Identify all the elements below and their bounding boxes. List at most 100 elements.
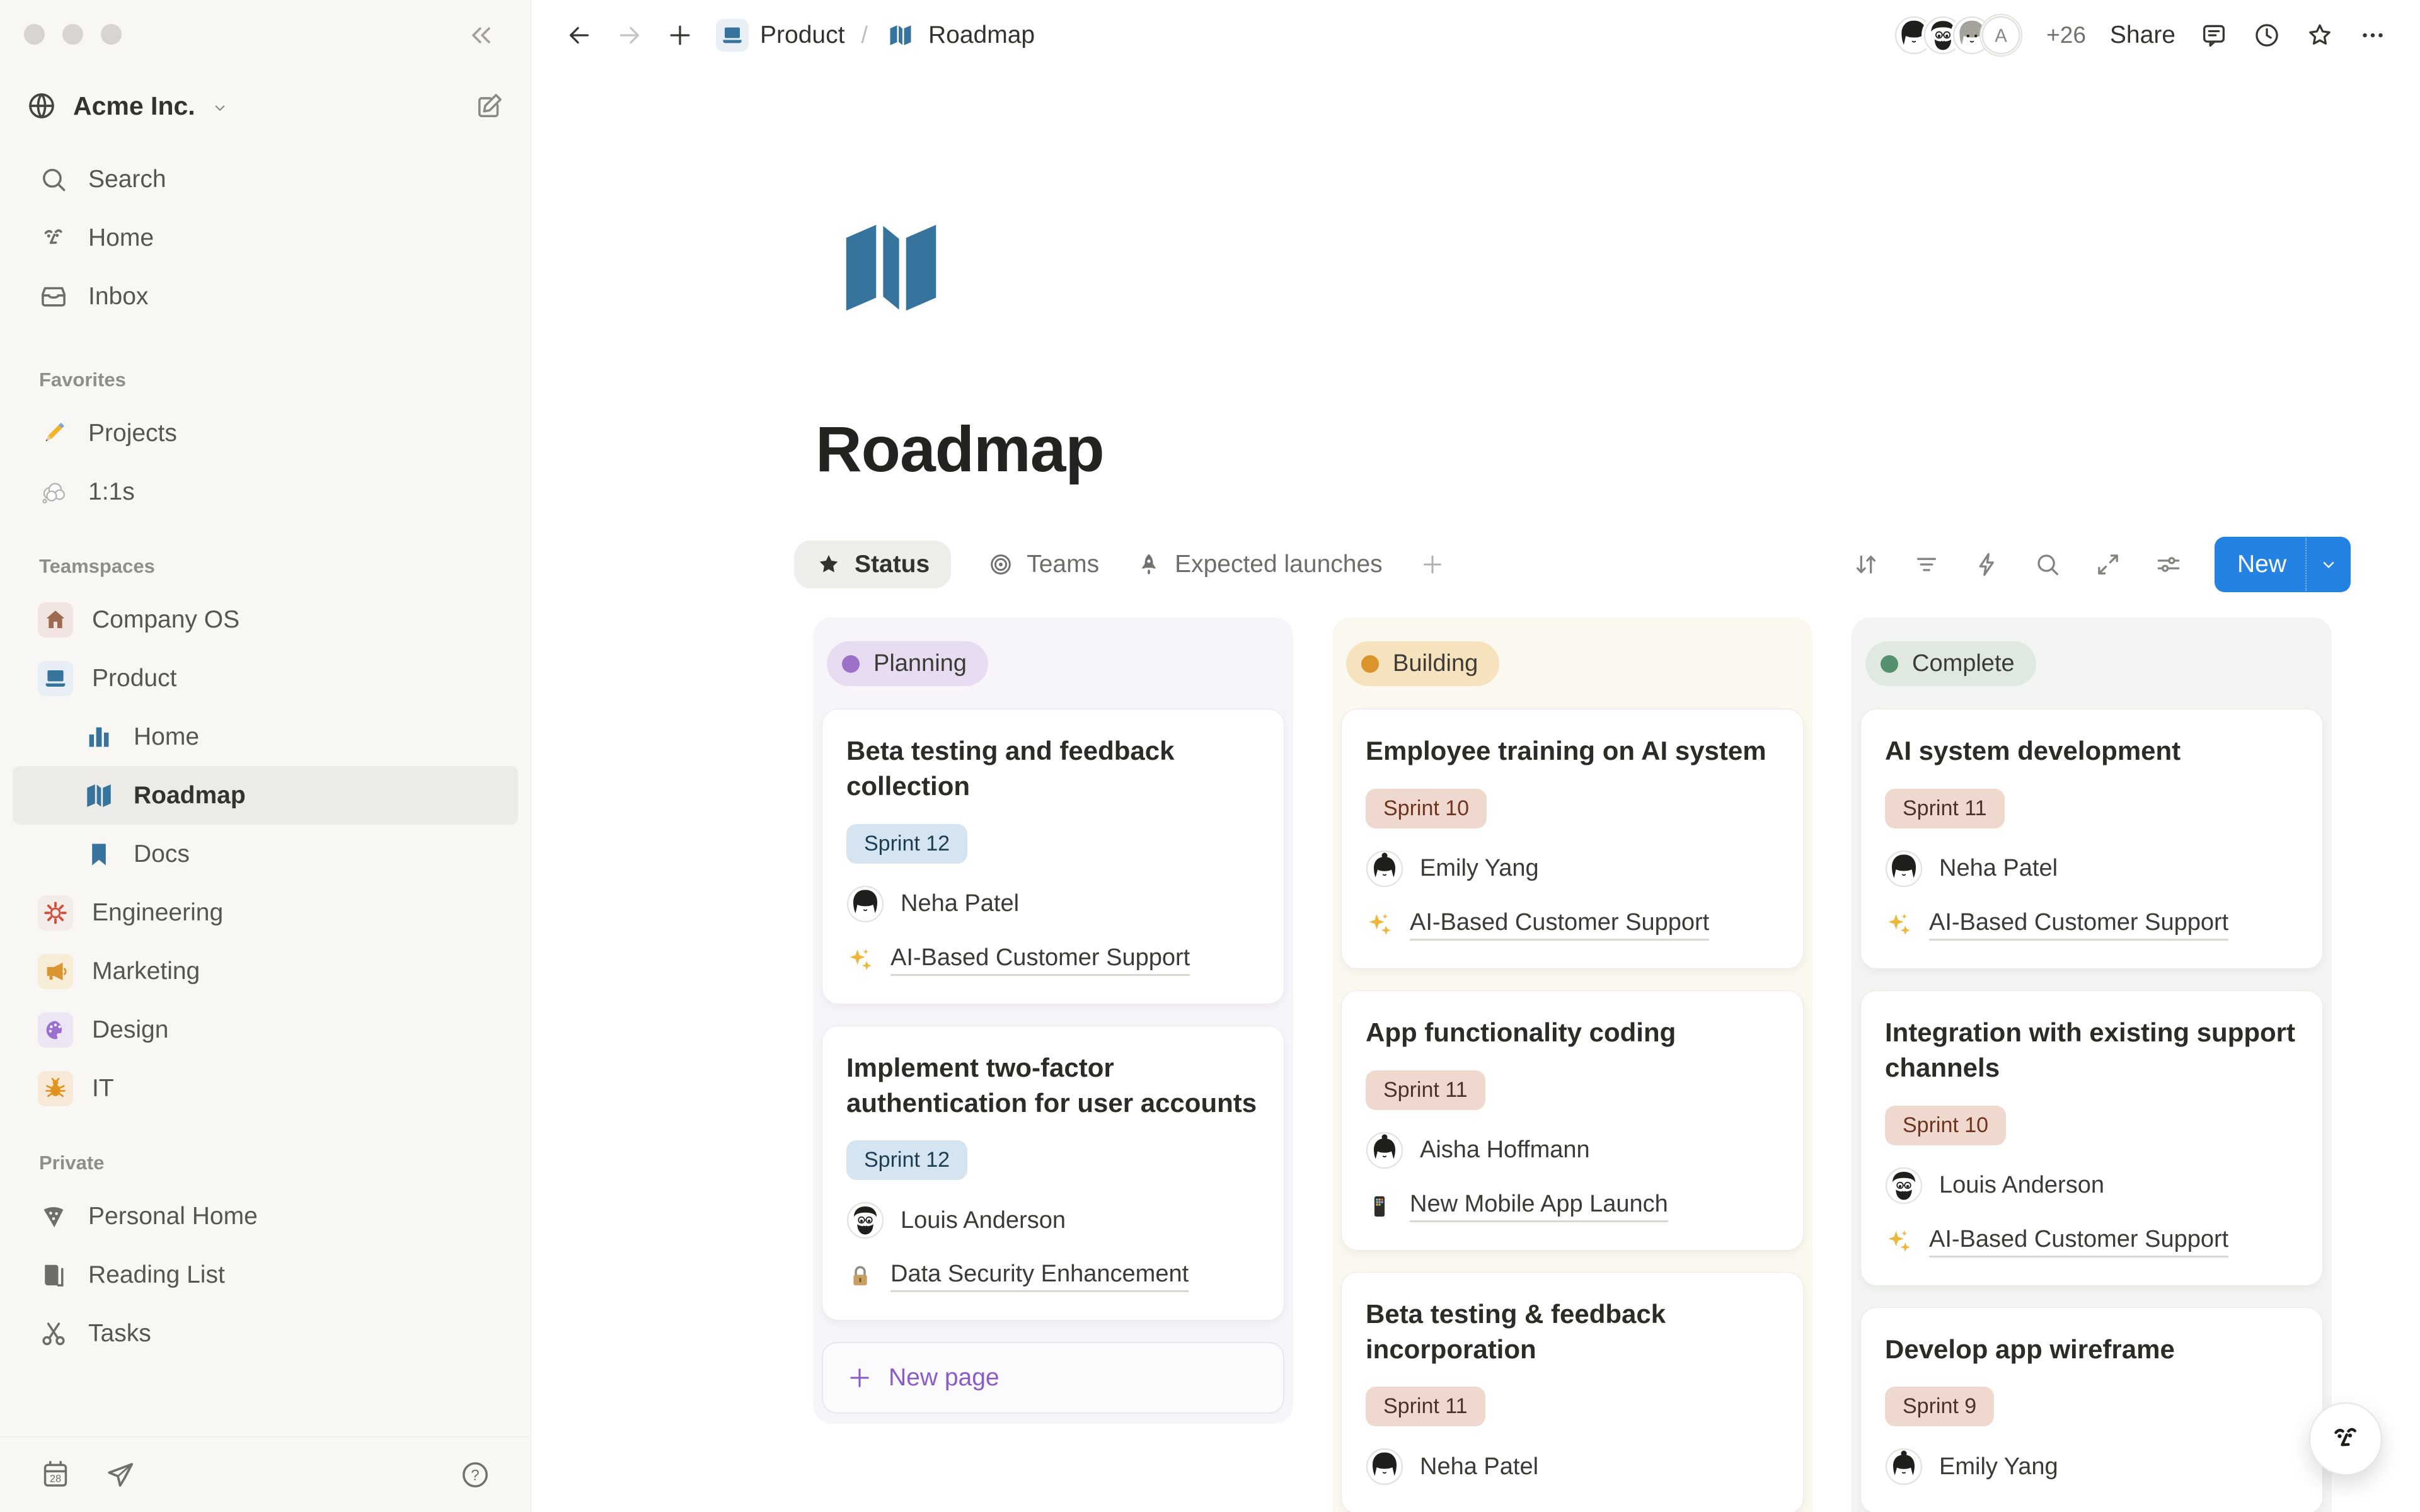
- house-icon: [42, 607, 69, 633]
- assignee-avatar: [1885, 1448, 1923, 1486]
- board-card[interactable]: Employee training on AI systemSprint 10E…: [1341, 709, 1804, 969]
- zoom-window-button[interactable]: [101, 24, 122, 45]
- assignee-avatar: [1366, 850, 1403, 888]
- related-page-row: New Mobile App Launch: [1366, 1191, 1779, 1222]
- status-dot: [1881, 655, 1898, 673]
- sidebar-item-roadmap[interactable]: Roadmap: [13, 766, 518, 825]
- close-window-button[interactable]: [24, 24, 45, 45]
- view-bar: Status Teams Expected launches New: [815, 534, 2351, 595]
- forward-icon[interactable]: [615, 21, 644, 50]
- tab-status[interactable]: Status: [794, 541, 951, 588]
- sidebar-item-marketing[interactable]: Marketing: [13, 942, 518, 1000]
- board-card[interactable]: Develop app wireframeSprint 9Emily Yang: [1860, 1307, 2323, 1512]
- sidebar-item-company-os[interactable]: Company OS: [13, 590, 518, 649]
- favorite-icon[interactable]: [2305, 21, 2334, 50]
- sidebar-item-docs[interactable]: Docs: [13, 825, 518, 883]
- add-view-icon[interactable]: [1419, 551, 1446, 578]
- card-title: Develop app wireframe: [1885, 1332, 2298, 1367]
- new-button-dropdown[interactable]: [2305, 538, 2351, 591]
- tab-teams[interactable]: Teams: [988, 551, 1099, 578]
- sidebar-collapse-icon[interactable]: [465, 19, 498, 52]
- sidebar-item-label: Roadmap: [134, 782, 246, 810]
- sidebar-item-design[interactable]: Design: [13, 1000, 518, 1059]
- expand-icon[interactable]: [2094, 550, 2123, 579]
- sort-icon[interactable]: [1852, 550, 1881, 579]
- help-icon[interactable]: ?: [459, 1458, 492, 1491]
- avatar[interactable]: A: [1979, 14, 2022, 57]
- sidebar-item-label: Inbox: [88, 283, 148, 311]
- board-card[interactable]: Beta testing and feedback collectionSpri…: [822, 709, 1284, 1004]
- board-card[interactable]: Beta testing & feedback incorporationSpr…: [1341, 1272, 1804, 1512]
- send-icon[interactable]: [104, 1458, 137, 1491]
- breadcrumb-item-roadmap[interactable]: Roadmap: [928, 21, 1035, 49]
- sidebar-item-label: Docs: [134, 840, 190, 868]
- history-icon[interactable]: [2252, 21, 2281, 50]
- pizza-icon: [38, 1201, 69, 1232]
- more-options-icon[interactable]: [2358, 21, 2387, 50]
- sidebar-item-personal-home[interactable]: Personal Home: [13, 1187, 518, 1246]
- collaborator-avatars[interactable]: A: [1893, 14, 2022, 57]
- sidebar-item-product[interactable]: Product: [13, 649, 518, 707]
- target-icon: [988, 551, 1014, 578]
- calendar-icon[interactable]: 28: [39, 1458, 72, 1491]
- page-title: Roadmap: [815, 413, 1104, 486]
- svg-text:?: ?: [471, 1467, 479, 1484]
- column-header-pill[interactable]: Complete: [1865, 641, 2036, 686]
- window-controls[interactable]: [24, 24, 122, 45]
- sidebar-item-it[interactable]: IT: [13, 1059, 518, 1118]
- share-button[interactable]: Share: [2110, 21, 2175, 49]
- sidebar-item-engineering[interactable]: Engineering: [13, 883, 518, 942]
- board-card[interactable]: Integration with existing support channe…: [1860, 990, 2323, 1286]
- minimize-window-button[interactable]: [62, 24, 83, 45]
- related-page-row: AI-Based Customer Support: [1885, 909, 2298, 941]
- automation-icon[interactable]: [1973, 550, 2002, 579]
- breadcrumb-item-product[interactable]: Product: [760, 21, 844, 49]
- sidebar-item-search[interactable]: Search: [13, 150, 518, 209]
- related-page-link[interactable]: AI-Based Customer Support: [1929, 1226, 2228, 1257]
- related-page-link[interactable]: AI-Based Customer Support: [890, 944, 1190, 976]
- sidebar-item-home[interactable]: Home: [13, 707, 518, 766]
- tab-expected-launches[interactable]: Expected launches: [1136, 551, 1383, 578]
- sprint-tag: Sprint 12: [846, 824, 967, 864]
- related-page-link[interactable]: AI-Based Customer Support: [1410, 909, 1709, 941]
- column-name: Building: [1393, 650, 1478, 677]
- comments-icon[interactable]: [2199, 21, 2228, 50]
- compose-icon[interactable]: [474, 90, 505, 122]
- search-icon: [38, 164, 69, 195]
- board-card[interactable]: App functionality codingSprint 11Aisha H…: [1341, 990, 1804, 1251]
- search-icon[interactable]: [2033, 550, 2062, 579]
- sidebar-item-reading-list[interactable]: Reading List: [13, 1246, 518, 1304]
- sidebar-item-label: Marketing: [92, 958, 200, 985]
- new-button[interactable]: New: [2215, 537, 2351, 592]
- back-icon[interactable]: [565, 21, 594, 50]
- column-header-pill[interactable]: Building: [1346, 641, 1499, 686]
- new-page-icon[interactable]: [666, 21, 694, 50]
- related-page-link[interactable]: Data Security Enhancement: [890, 1261, 1189, 1292]
- lock-icon: [846, 1263, 874, 1290]
- related-page-link[interactable]: AI-Based Customer Support: [1929, 909, 2228, 941]
- sidebar-item-tasks[interactable]: Tasks: [13, 1304, 518, 1363]
- assignee-name: Emily Yang: [1420, 855, 1539, 882]
- workspace-switcher[interactable]: Acme Inc.: [25, 83, 505, 129]
- tab-teams-label: Teams: [1027, 551, 1099, 578]
- notion-ai-fab[interactable]: [2309, 1402, 2382, 1475]
- assignee-avatar: [846, 1201, 884, 1239]
- sidebar-item-1-1s[interactable]: 1:1s: [13, 462, 518, 521]
- sidebar-item-label: Home: [134, 723, 199, 751]
- topbar-actions: A +26 Share: [1893, 14, 2387, 57]
- star-icon: [815, 551, 842, 578]
- column-header-pill[interactable]: Planning: [827, 641, 988, 686]
- view-settings-icon[interactable]: [2154, 550, 2183, 579]
- board-card[interactable]: Implement two-factor authentication for …: [822, 1026, 1284, 1321]
- page-icon-map[interactable]: [823, 208, 959, 328]
- filter-icon[interactable]: [1912, 550, 1941, 579]
- kanban-board: Planning Beta testing and feedback collec…: [813, 617, 2420, 1512]
- board-card[interactable]: AI system developmentSprint 11Neha Patel…: [1860, 709, 2323, 969]
- related-page-link[interactable]: New Mobile App Launch: [1410, 1191, 1668, 1222]
- sidebar-item-projects[interactable]: Projects: [13, 404, 518, 462]
- rocket-icon: [1136, 551, 1162, 578]
- sidebar-item-inbox[interactable]: Inbox: [13, 267, 518, 326]
- new-page-button[interactable]: New page: [822, 1342, 1284, 1414]
- avatar-overflow-count[interactable]: +26: [2046, 22, 2086, 49]
- sidebar-item-home[interactable]: Home: [13, 209, 518, 267]
